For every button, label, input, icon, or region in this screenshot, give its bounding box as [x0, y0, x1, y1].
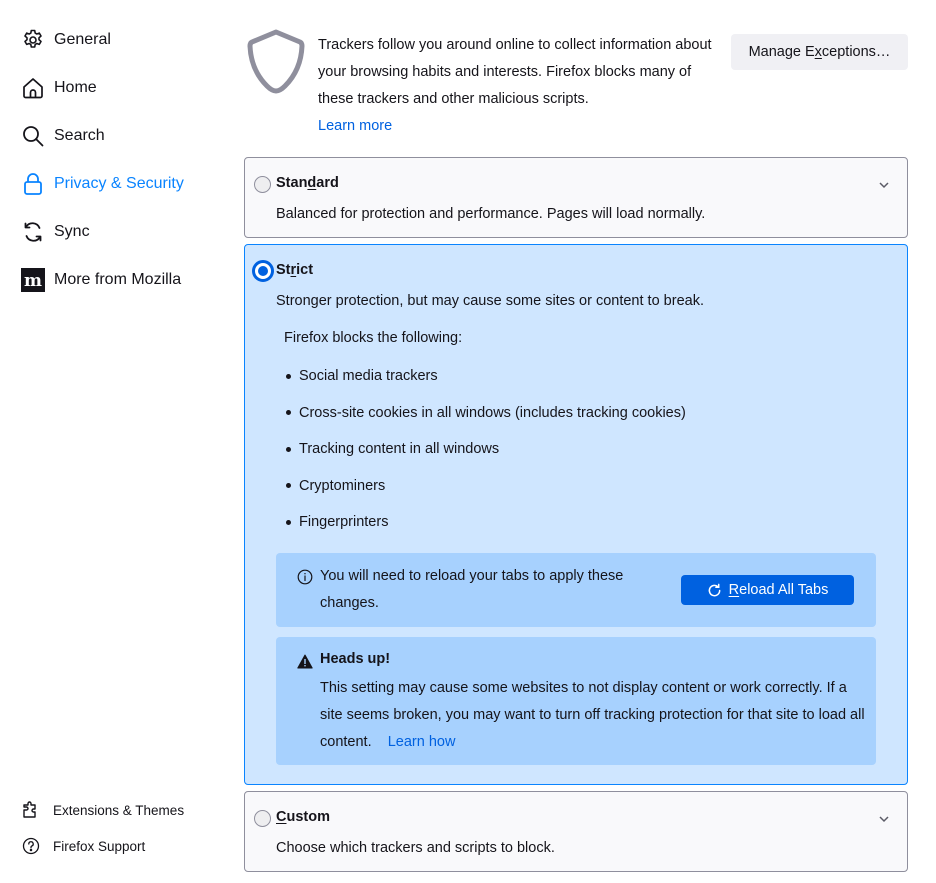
list-item: Cryptominers — [284, 468, 686, 505]
reload-notice: You will need to reload your tabs to app… — [276, 553, 876, 627]
standard-title: Standard — [276, 175, 339, 191]
custom-description: Choose which trackers and scripts to blo… — [276, 840, 555, 856]
list-item: Cross-site cookies in all windows (inclu… — [284, 395, 686, 432]
sidebar-item-label: General — [54, 31, 111, 48]
list-item: Social media trackers — [284, 358, 686, 395]
strict-radio[interactable] — [252, 260, 274, 282]
bullet-icon — [286, 373, 291, 379]
sidebar-item-search[interactable]: Search — [20, 120, 105, 152]
sidebar-item-home[interactable]: Home — [20, 72, 97, 104]
strict-description: Stronger protection, but may cause some … — [276, 293, 704, 309]
list-item: Tracking content in all windows — [284, 431, 686, 468]
extensions-themes-link[interactable]: Extensions & Themes — [20, 798, 184, 822]
warning-icon — [297, 654, 313, 674]
sidebar-item-label: More from Mozilla — [54, 271, 182, 288]
sidebar-item-sync[interactable]: Sync — [20, 216, 90, 248]
blocks-heading: Firefox blocks the following: — [284, 330, 463, 346]
chevron-down-icon[interactable] — [878, 810, 890, 828]
strict-option-card[interactable]: Strict Stronger protection, but may caus… — [244, 244, 908, 785]
sidebar-item-label: Sync — [54, 223, 90, 240]
bullet-icon — [286, 483, 291, 489]
list-item: Fingerprinters — [284, 504, 686, 541]
firefox-support-link[interactable]: Firefox Support — [20, 834, 145, 858]
sidebar-item-label: Home — [54, 79, 97, 96]
reload-notice-text: You will need to reload your tabs to app… — [320, 568, 624, 611]
manage-exceptions-button[interactable]: Manage Ex ceptions… — [731, 34, 908, 70]
mozilla-icon: m — [20, 267, 46, 293]
lock-icon — [20, 171, 46, 197]
svg-text:m: m — [24, 271, 42, 291]
sidebar-item-general[interactable]: General — [20, 24, 111, 56]
custom-title: Custom — [276, 809, 330, 825]
search-icon — [20, 123, 46, 149]
heads-up-warning: Heads up! This setting may cause some we… — [276, 637, 876, 765]
standard-option-card[interactable]: Standard Balanced for protection and per… — [244, 157, 908, 238]
sidebar: General Home Search Privacy & Security S… — [0, 0, 230, 883]
sync-icon — [20, 219, 46, 245]
bullet-icon — [286, 410, 291, 416]
sidebar-item-label: Search — [54, 127, 105, 144]
sidebar-item-more-from-mozilla[interactable]: m More from Mozilla — [20, 264, 181, 296]
footer-item-label: Extensions & Themes — [53, 802, 185, 818]
bullet-icon — [286, 446, 291, 452]
learn-more-link[interactable]: Learn more — [318, 118, 392, 134]
help-icon — [20, 835, 42, 857]
standard-radio[interactable] — [254, 176, 271, 193]
sidebar-item-label: Privacy & Security — [54, 175, 184, 192]
gear-icon — [20, 27, 46, 53]
shield-icon — [245, 28, 307, 101]
standard-description: Balanced for protection and performance.… — [276, 206, 706, 222]
bullet-icon — [286, 519, 291, 525]
reload-icon — [708, 583, 721, 596]
chevron-down-icon[interactable] — [878, 176, 890, 194]
custom-radio[interactable] — [254, 810, 271, 827]
home-icon — [20, 75, 46, 101]
custom-option-card[interactable]: Custom Choose which trackers and scripts… — [244, 791, 908, 872]
puzzle-icon — [20, 799, 42, 821]
intro-text: Trackers follow you around online to col… — [318, 37, 712, 134]
reload-all-tabs-button[interactable]: Reload All Tabs — [681, 575, 854, 605]
blocked-items-list: Social media trackers Cross-site cookies… — [284, 358, 686, 541]
sidebar-item-privacy-security[interactable]: Privacy & Security — [20, 168, 184, 200]
warning-text: This setting may cause some websites to … — [320, 680, 865, 750]
info-icon — [297, 569, 313, 590]
footer-item-label: Firefox Support — [53, 838, 146, 854]
learn-how-link[interactable]: Learn how — [388, 734, 456, 750]
strict-title: Strict — [276, 262, 314, 278]
warning-title: Heads up! — [320, 651, 391, 667]
